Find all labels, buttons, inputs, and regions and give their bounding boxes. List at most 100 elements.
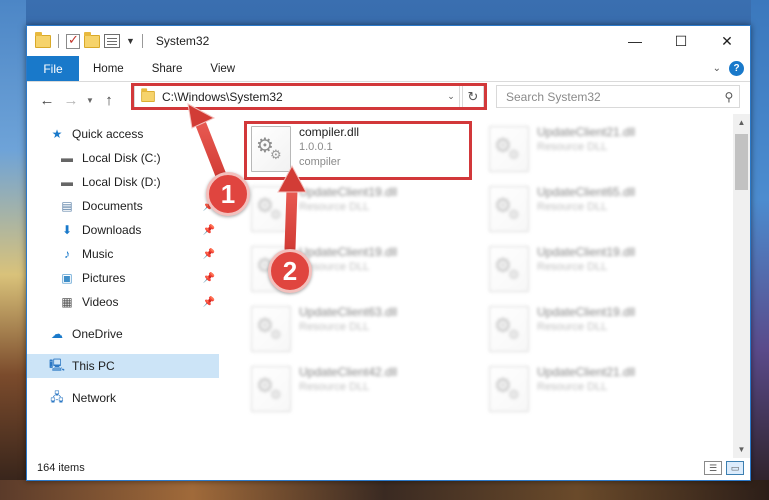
- sidebar-item-network[interactable]: 🖧 Network: [27, 386, 219, 410]
- file-name: UpdateClient19.dll: [299, 245, 398, 259]
- file-explorer-window: ▼ System32 — ☐ ✕ File Home Share View ⌄ …: [26, 25, 751, 481]
- file-item[interactable]: UpdateClient42.dll Resource DLL: [245, 362, 475, 418]
- music-icon: ♪: [64, 247, 70, 261]
- file-item[interactable]: UpdateClient19.dll Resource DLL: [483, 242, 713, 298]
- sidebar-item-pictures[interactable]: ▣ Pictures 📌: [27, 266, 219, 290]
- file-type: Resource DLL: [537, 261, 608, 273]
- tab-share[interactable]: Share: [138, 56, 197, 81]
- tab-home[interactable]: Home: [79, 56, 138, 81]
- dll-file-icon: [251, 126, 291, 172]
- refresh-icon[interactable]: ↻: [462, 85, 484, 108]
- tab-view[interactable]: View: [196, 56, 249, 81]
- window-controls: — ☐ ✕: [612, 26, 750, 56]
- sidebar-item-label: Music: [82, 247, 114, 261]
- sidebar-item-documents[interactable]: ▤ Documents 📌: [27, 194, 219, 218]
- file-name: UpdateClient19.dll: [537, 245, 636, 259]
- file-type: Resource DLL: [299, 381, 370, 393]
- sidebar-item-onedrive[interactable]: ☁ OneDrive: [27, 322, 219, 346]
- toolbar-separator: [141, 34, 143, 48]
- sidebar-item-quick-access[interactable]: ★ Quick access: [27, 122, 219, 146]
- file-item[interactable]: UpdateClient21.dll Resource DLL: [483, 362, 713, 418]
- file-name: UpdateClient19.dll: [537, 305, 636, 319]
- file-name: UpdateClient21.dll: [537, 365, 636, 379]
- search-input[interactable]: Search System32: [506, 90, 719, 104]
- search-box[interactable]: Search System32 ⚲: [496, 85, 740, 108]
- view-toggle: ☰ ▭: [704, 461, 750, 475]
- minimize-button[interactable]: —: [612, 26, 658, 56]
- title-bar: ▼ System32 — ☐ ✕: [27, 26, 750, 56]
- ribbon-tabs: File Home Share View ⌄ ?: [27, 56, 750, 82]
- sidebar-item-label: Network: [72, 391, 117, 405]
- file-name: UpdateClient65.dll: [537, 185, 636, 199]
- address-path[interactable]: C:\Windows\System32: [162, 90, 443, 104]
- dll-file-icon: [251, 306, 291, 352]
- file-type: Resource DLL: [537, 141, 608, 153]
- sidebar-item-local-disk-d[interactable]: ▬ Local Disk (D:): [27, 170, 219, 194]
- file-item[interactable]: UpdateClient19.dll Resource DLL: [245, 182, 475, 238]
- drive-icon: ▬: [61, 175, 73, 189]
- downloads-icon: ⬇: [61, 223, 73, 237]
- address-dropdown-icon[interactable]: ⌄: [443, 91, 459, 102]
- drive-icon: ▬: [61, 151, 73, 165]
- file-item[interactable]: UpdateClient19.dll Resource DLL: [483, 302, 713, 358]
- sidebar-item-label: OneDrive: [72, 327, 123, 341]
- videos-icon: ▦: [61, 295, 73, 309]
- back-arrow-icon[interactable]: ←: [35, 92, 59, 109]
- desktop-background-bottom: [0, 480, 769, 500]
- pin-icon[interactable]: 📌: [203, 273, 215, 284]
- sidebar-item-label: Pictures: [82, 271, 126, 285]
- vertical-scrollbar[interactable]: ▲ ▼: [733, 114, 750, 458]
- file-item[interactable]: UpdateClient65.dll Resource DLL: [483, 182, 713, 238]
- sidebar-item-this-pc[interactable]: 🖳 This PC: [27, 354, 219, 378]
- step-badge-1: 1: [206, 172, 250, 216]
- close-button[interactable]: ✕: [704, 26, 750, 56]
- properties-icon[interactable]: [104, 34, 120, 48]
- sidebar-item-label: Quick access: [72, 127, 144, 141]
- scroll-up-icon[interactable]: ▲: [733, 114, 750, 131]
- pin-icon[interactable]: 📌: [203, 249, 215, 260]
- details-view-icon[interactable]: ☰: [704, 461, 722, 475]
- dll-file-icon: [251, 366, 291, 412]
- file-item[interactable]: UpdateClient21.dll Resource DLL: [483, 122, 713, 178]
- pin-icon[interactable]: 📌: [203, 225, 215, 236]
- dll-file-icon: [489, 306, 529, 352]
- file-item-compiler-dll[interactable]: compiler.dll 1.0.0.1 compiler: [245, 122, 475, 178]
- file-name: UpdateClient21.dll: [537, 125, 636, 139]
- pin-icon[interactable]: 📌: [203, 297, 215, 308]
- desktop-background-left: [0, 0, 26, 500]
- pictures-icon: ▣: [61, 271, 73, 285]
- sidebar-item-downloads[interactable]: ⬇ Downloads 📌: [27, 218, 219, 242]
- tiles-view-icon[interactable]: ▭: [726, 461, 744, 475]
- ribbon-right: ⌄ ?: [713, 56, 750, 81]
- item-count: 164 items: [37, 462, 85, 474]
- dll-file-icon: [489, 366, 529, 412]
- file-type: Resource DLL: [299, 261, 370, 273]
- file-version: 1.0.0.1: [299, 141, 333, 153]
- tab-file[interactable]: File: [27, 56, 79, 81]
- forward-arrow-icon[interactable]: →: [59, 92, 83, 109]
- sidebar-item-label: This PC: [72, 359, 115, 373]
- dll-file-icon: [489, 126, 529, 172]
- sidebar-item-music[interactable]: ♪ Music 📌: [27, 242, 219, 266]
- sidebar-item-videos[interactable]: ▦ Videos 📌: [27, 290, 219, 314]
- sidebar-item-local-disk-c[interactable]: ▬ Local Disk (C:): [27, 146, 219, 170]
- customize-toolbar-dropdown-icon[interactable]: ▼: [126, 36, 135, 46]
- maximize-button[interactable]: ☐: [658, 26, 704, 56]
- search-icon[interactable]: ⚲: [719, 90, 739, 104]
- quick-access-toolbar: ▼: [27, 26, 146, 56]
- network-icon: 🖧: [50, 389, 64, 404]
- up-arrow-icon[interactable]: ↑: [97, 92, 121, 109]
- file-item[interactable]: UpdateClient63.dll Resource DLL: [245, 302, 475, 358]
- expand-ribbon-chevron-icon[interactable]: ⌄: [713, 63, 721, 74]
- sidebar-item-label: Documents: [82, 199, 143, 213]
- help-icon[interactable]: ?: [729, 61, 744, 76]
- star-icon: ★: [51, 127, 63, 141]
- new-folder-icon[interactable]: [84, 31, 100, 48]
- documents-icon: ▤: [61, 199, 73, 213]
- recent-locations-dropdown-icon[interactable]: ▼: [83, 96, 97, 105]
- sidebar-item-label: Downloads: [82, 223, 142, 237]
- window-title: System32: [155, 34, 210, 48]
- scrollbar-thumb[interactable]: [735, 134, 748, 190]
- properties-check-icon[interactable]: [66, 32, 80, 49]
- address-bar[interactable]: C:\Windows\System32 ⌄: [134, 85, 460, 108]
